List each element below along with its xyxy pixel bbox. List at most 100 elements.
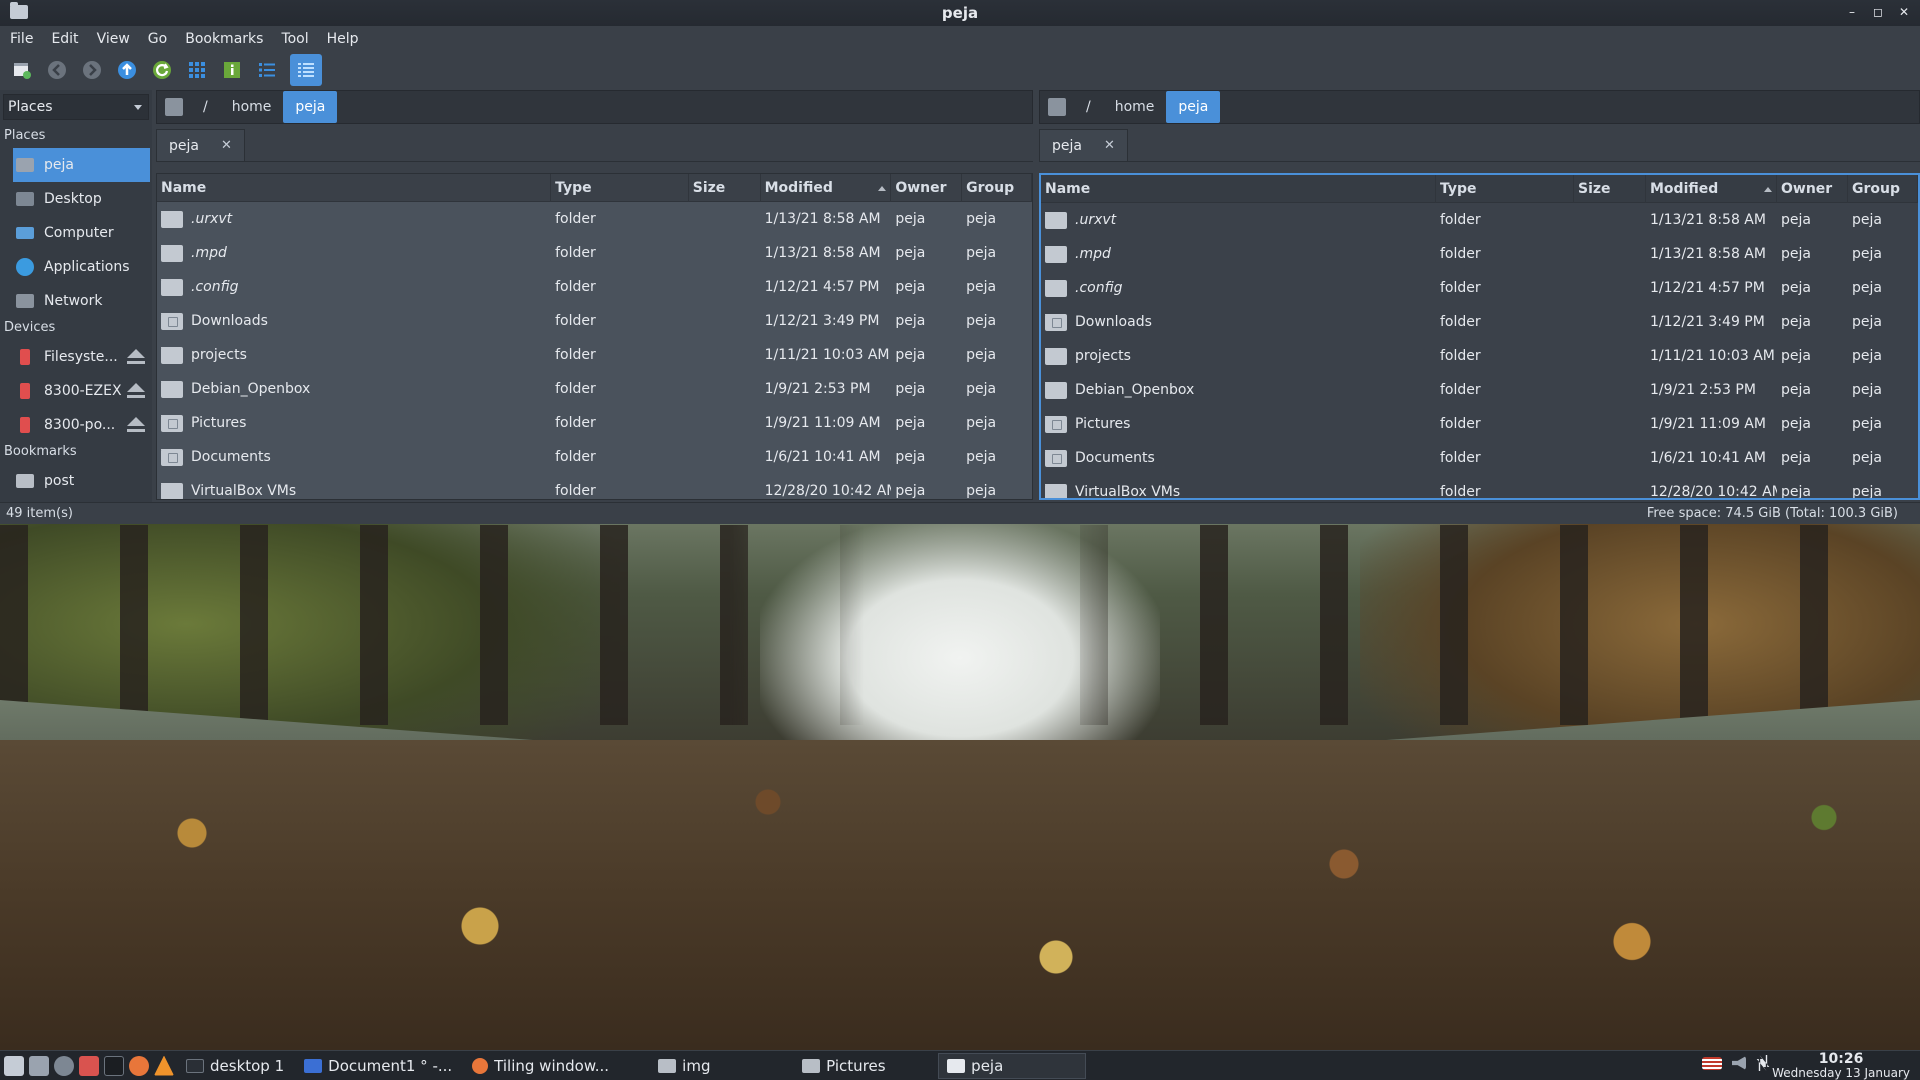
- breadcrumb-peja[interactable]: peja: [283, 91, 338, 123]
- detail-view-button[interactable]: [290, 54, 322, 86]
- drive-root-icon[interactable]: [1048, 98, 1066, 116]
- folder-icon: [1045, 347, 1067, 365]
- table-row[interactable]: projects folder 1/11/21 10:03 AM peja peja: [157, 338, 1032, 372]
- breadcrumb-peja[interactable]: peja: [1166, 91, 1221, 123]
- column-size[interactable]: Size: [689, 174, 761, 202]
- table-row[interactable]: projects folder 1/11/21 10:03 AM peja peja: [1041, 339, 1918, 373]
- table-row[interactable]: Debian_Openbox folder 1/9/21 2:53 PM peja pe…: [157, 372, 1032, 406]
- table-row[interactable]: Debian_Openbox folder 1/9/21 2:53 PM peja pe…: [1041, 373, 1918, 407]
- sidebar-item-computer[interactable]: Computer: [0, 216, 152, 250]
- menu-view[interactable]: View: [97, 31, 130, 47]
- column-name[interactable]: Name: [157, 174, 552, 202]
- column-owner[interactable]: Owner: [891, 174, 963, 202]
- task-desktop-1[interactable]: desktop 1: [178, 1053, 292, 1079]
- sidebar-device-filesystem[interactable]: Filesyste...: [0, 340, 152, 374]
- table-row[interactable]: .urxvt folder 1/13/21 8:58 AM peja peja: [1041, 203, 1918, 237]
- eject-icon[interactable]: [126, 383, 146, 399]
- close-button[interactable]: ✕: [1896, 3, 1912, 21]
- menu-help[interactable]: Help: [327, 31, 359, 47]
- up-button[interactable]: [115, 58, 139, 82]
- drive-root-icon[interactable]: [165, 98, 183, 116]
- menu-file[interactable]: File: [10, 31, 33, 47]
- table-row[interactable]: VirtualBox VMs folder 12/28/20 10:42 AM pej…: [1041, 475, 1918, 498]
- tab-peja[interactable]: peja ✕: [156, 129, 245, 161]
- table-row[interactable]: Downloads folder 1/12/21 3:49 PM peja peja: [1041, 305, 1918, 339]
- file-name-cell: Documents: [157, 448, 551, 466]
- file-name: .mpd: [1075, 246, 1111, 262]
- task-tiling-window[interactable]: Tiling window...: [464, 1053, 614, 1079]
- icon-view-button[interactable]: [185, 58, 209, 82]
- tab-peja[interactable]: peja ✕: [1039, 129, 1128, 161]
- task-peja[interactable]: peja: [938, 1052, 1087, 1079]
- sidebar-mode-dropdown[interactable]: Places: [3, 94, 149, 120]
- sidebar-bookmark-post[interactable]: post: [0, 464, 152, 498]
- back-button[interactable]: [45, 58, 69, 82]
- column-modified[interactable]: Modified: [1646, 175, 1777, 203]
- eject-icon[interactable]: [126, 349, 146, 365]
- file-type: folder: [1440, 416, 1481, 432]
- clock[interactable]: 10:26 Wednesday 13 January: [1772, 1051, 1910, 1080]
- table-row[interactable]: .config folder 1/12/21 4:57 PM peja peja: [157, 270, 1032, 304]
- vlc-icon[interactable]: [154, 1055, 174, 1076]
- maximize-button[interactable]: ◻: [1870, 3, 1886, 21]
- new-window-button[interactable]: [10, 58, 34, 82]
- eject-icon[interactable]: [126, 417, 146, 433]
- terminal-icon[interactable]: [104, 1055, 124, 1076]
- folder-icon: [1045, 483, 1067, 498]
- reload-button[interactable]: [150, 58, 174, 82]
- table-row[interactable]: .config folder 1/12/21 4:57 PM peja peja: [1041, 271, 1918, 305]
- forward-button[interactable]: [80, 58, 104, 82]
- column-type[interactable]: Type: [551, 174, 689, 202]
- sidebar-item-label: Applications: [44, 259, 130, 275]
- sidebar-device-8300-po[interactable]: 8300-po...: [0, 408, 152, 442]
- column-type[interactable]: Type: [1436, 175, 1574, 203]
- breadcrumb-root[interactable]: /: [1074, 91, 1103, 123]
- sidebar-device-8300-ezex[interactable]: 8300-EZEX: [0, 374, 152, 408]
- sidebar-item-peja[interactable]: peja: [13, 148, 150, 182]
- breadcrumb-root[interactable]: /: [191, 91, 220, 123]
- column-group[interactable]: Group: [1848, 175, 1918, 203]
- table-row[interactable]: Pictures folder 1/9/21 11:09 AM peja peja: [1041, 407, 1918, 441]
- sidebar-item-applications[interactable]: Applications: [0, 250, 152, 284]
- info-view-button[interactable]: [220, 58, 244, 82]
- table-row[interactable]: Documents folder 1/6/21 10:41 AM peja peja: [1041, 441, 1918, 475]
- column-owner[interactable]: Owner: [1777, 175, 1848, 203]
- menu-edit[interactable]: Edit: [51, 31, 78, 47]
- minimize-button[interactable]: –: [1844, 3, 1860, 21]
- menu-tool[interactable]: Tool: [281, 31, 308, 47]
- sidebar-item-network[interactable]: Network: [0, 284, 152, 318]
- menu-bookmarks[interactable]: Bookmarks: [185, 31, 263, 47]
- column-label: Modified: [1650, 180, 1719, 197]
- file-manager-icon[interactable]: [29, 1055, 49, 1076]
- menu-go[interactable]: Go: [148, 31, 167, 47]
- table-row[interactable]: .urxvt folder 1/13/21 8:58 AM peja peja: [157, 202, 1032, 236]
- column-size[interactable]: Size: [1574, 175, 1646, 203]
- firefox-icon[interactable]: [129, 1055, 149, 1076]
- network-transfer-icon[interactable]: [1756, 1055, 1770, 1071]
- column-group[interactable]: Group: [962, 174, 1032, 202]
- task-pictures[interactable]: Pictures: [794, 1053, 934, 1079]
- breadcrumb-home[interactable]: home: [220, 91, 284, 123]
- volume-icon[interactable]: [1732, 1056, 1746, 1070]
- table-row[interactable]: Pictures folder 1/9/21 11:09 AM peja peja: [157, 406, 1032, 440]
- x-app-icon[interactable]: [79, 1055, 99, 1076]
- titlebar[interactable]: peja – ◻ ✕: [0, 0, 1920, 26]
- column-modified[interactable]: Modified: [761, 174, 892, 202]
- table-row[interactable]: .mpd folder 1/13/21 8:58 AM peja peja: [1041, 237, 1918, 271]
- show-desktop-icon[interactable]: [4, 1055, 24, 1076]
- close-icon[interactable]: ✕: [1104, 138, 1115, 153]
- table-row[interactable]: .mpd folder 1/13/21 8:58 AM peja peja: [157, 236, 1032, 270]
- list-view-button[interactable]: [255, 58, 279, 82]
- task-img[interactable]: img: [650, 1053, 790, 1079]
- table-row[interactable]: VirtualBox VMs folder 12/28/20 10:42 AM pej…: [157, 474, 1032, 499]
- task-document1[interactable]: Document1 ° -...: [296, 1053, 460, 1079]
- keyboard-layout-flag-icon[interactable]: [1702, 1056, 1722, 1070]
- breadcrumb-home[interactable]: home: [1103, 91, 1167, 123]
- table-row[interactable]: Downloads folder 1/12/21 3:49 PM peja peja: [157, 304, 1032, 338]
- folder-icon: [161, 210, 183, 228]
- table-row[interactable]: Documents folder 1/6/21 10:41 AM peja peja: [157, 440, 1032, 474]
- close-icon[interactable]: ✕: [221, 138, 232, 153]
- sidebar-item-desktop[interactable]: Desktop: [0, 182, 152, 216]
- column-name[interactable]: Name: [1041, 175, 1436, 203]
- settings-icon[interactable]: [54, 1055, 74, 1076]
